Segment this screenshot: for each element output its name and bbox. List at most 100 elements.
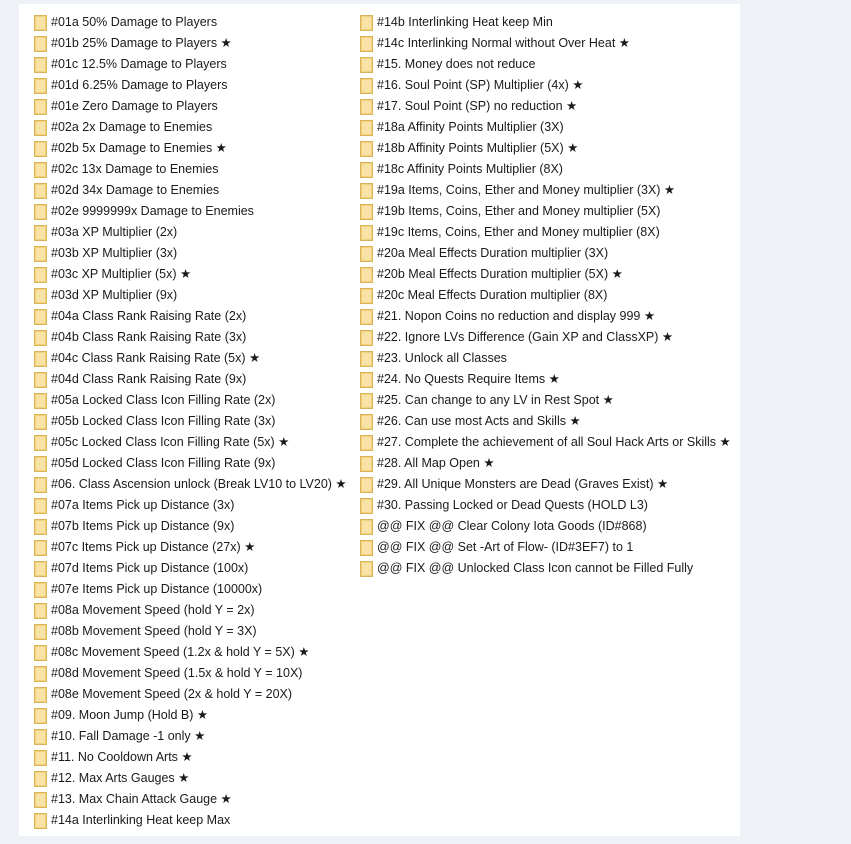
folder-name: #02c 13x Damage to Enemies — [51, 162, 219, 176]
folder-item[interactable]: #01e Zero Damage to Players — [34, 96, 347, 117]
folder-item[interactable]: #18a Affinity Points Multiplier (3X) — [360, 117, 731, 138]
folder-item[interactable]: #07c Items Pick up Distance (27x) ★ — [34, 537, 347, 558]
folder-item[interactable]: #03b XP Multiplier (3x) — [34, 243, 347, 264]
folder-item[interactable]: #01a 50% Damage to Players — [34, 12, 347, 33]
folder-icon — [34, 329, 47, 346]
folder-item[interactable]: #20c Meal Effects Duration multiplier (8… — [360, 285, 731, 306]
folder-name: @@ FIX @@ Clear Colony Iota Goods (ID#86… — [377, 519, 647, 533]
folder-item[interactable]: #02a 2x Damage to Enemies — [34, 117, 347, 138]
folder-icon — [360, 413, 373, 430]
folder-item[interactable]: #07a Items Pick up Distance (3x) — [34, 495, 347, 516]
folder-item[interactable]: #29. All Unique Monsters are Dead (Grave… — [360, 474, 731, 495]
folder-item[interactable]: #14b Interlinking Heat keep Min — [360, 12, 731, 33]
folder-item[interactable]: #25. Can change to any LV in Rest Spot ★ — [360, 390, 731, 411]
folder-item[interactable]: #02c 13x Damage to Enemies — [34, 159, 347, 180]
folder-item[interactable]: #22. Ignore LVs Difference (Gain XP and … — [360, 327, 731, 348]
folder-item[interactable]: #01d 6.25% Damage to Players — [34, 75, 347, 96]
folder-item[interactable]: #18c Affinity Points Multiplier (8X) — [360, 159, 731, 180]
folder-item[interactable]: #10. Fall Damage -1 only ★ — [34, 726, 347, 747]
folder-item[interactable]: #05d Locked Class Icon Filling Rate (9x) — [34, 453, 347, 474]
folder-icon — [360, 182, 373, 199]
folder-item[interactable]: #28. All Map Open ★ — [360, 453, 731, 474]
folder-item[interactable]: #07e Items Pick up Distance (10000x) — [34, 579, 347, 600]
folder-name: @@ FIX @@ Set -Art of Flow- (ID#3EF7) to… — [377, 540, 634, 554]
folder-item[interactable]: #03d XP Multiplier (9x) — [34, 285, 347, 306]
folder-item[interactable]: #08e Movement Speed (2x & hold Y = 20X) — [34, 684, 347, 705]
folder-icon — [34, 581, 47, 598]
folder-item[interactable]: #04d Class Rank Raising Rate (9x) — [34, 369, 347, 390]
folder-item[interactable]: #18b Affinity Points Multiplier (5X) ★ — [360, 138, 731, 159]
folder-name: #07d Items Pick up Distance (100x) — [51, 561, 249, 575]
folder-icon — [360, 434, 373, 451]
folder-item[interactable]: #24. No Quests Require Items ★ — [360, 369, 731, 390]
folder-name: #14a Interlinking Heat keep Max — [51, 813, 231, 827]
folder-item[interactable]: #27. Complete the achievement of all Sou… — [360, 432, 731, 453]
folder-item[interactable]: @@ FIX @@ Clear Colony Iota Goods (ID#86… — [360, 516, 731, 537]
folder-icon — [34, 476, 47, 493]
folder-icon — [34, 287, 47, 304]
folder-item[interactable]: @@ FIX @@ Set -Art of Flow- (ID#3EF7) to… — [360, 537, 731, 558]
folder-item[interactable]: #08d Movement Speed (1.5x & hold Y = 10X… — [34, 663, 347, 684]
folder-item[interactable]: #01b 25% Damage to Players ★ — [34, 33, 347, 54]
folder-icon — [34, 812, 47, 829]
folder-item[interactable]: #02d 34x Damage to Enemies — [34, 180, 347, 201]
folder-item[interactable]: #02b 5x Damage to Enemies ★ — [34, 138, 347, 159]
folder-item[interactable]: #04a Class Rank Raising Rate (2x) — [34, 306, 347, 327]
folder-icon — [360, 98, 373, 115]
folder-item[interactable]: #05b Locked Class Icon Filling Rate (3x) — [34, 411, 347, 432]
folder-item[interactable]: #08a Movement Speed (hold Y = 2x) — [34, 600, 347, 621]
folder-item[interactable]: #08c Movement Speed (1.2x & hold Y = 5X)… — [34, 642, 347, 663]
folder-item[interactable]: #02e 9999999x Damage to Enemies — [34, 201, 347, 222]
folder-name: #15. Money does not reduce — [377, 57, 536, 71]
folder-name: @@ FIX @@ Unlocked Class Icon cannot be … — [377, 561, 694, 575]
folder-item[interactable]: #05c Locked Class Icon Filling Rate (5x)… — [34, 432, 347, 453]
folder-item[interactable]: #26. Can use most Acts and Skills ★ — [360, 411, 731, 432]
folder-item[interactable]: #23. Unlock all Classes — [360, 348, 731, 369]
folder-icon — [360, 245, 373, 262]
folder-item[interactable]: #13. Max Chain Attack Gauge ★ — [34, 789, 347, 810]
folder-icon — [34, 749, 47, 766]
folder-item[interactable]: #30. Passing Locked or Dead Quests (HOLD… — [360, 495, 731, 516]
folder-item[interactable]: #07d Items Pick up Distance (100x) — [34, 558, 347, 579]
folder-item[interactable]: #06. Class Ascension unlock (Break LV10 … — [34, 474, 347, 495]
folder-item[interactable]: #19b Items, Coins, Ether and Money multi… — [360, 201, 731, 222]
folder-icon — [34, 182, 47, 199]
folder-name: #08d Movement Speed (1.5x & hold Y = 10X… — [51, 666, 303, 680]
folder-name: #01c 12.5% Damage to Players — [51, 57, 227, 71]
folder-item[interactable]: #15. Money does not reduce — [360, 54, 731, 75]
folder-item[interactable]: #14c Interlinking Normal without Over He… — [360, 33, 731, 54]
folder-name: #04d Class Rank Raising Rate (9x) — [51, 372, 247, 386]
folder-name: #29. All Unique Monsters are Dead (Grave… — [377, 477, 669, 491]
folder-name: #24. No Quests Require Items ★ — [377, 372, 560, 386]
folder-item[interactable]: #01c 12.5% Damage to Players — [34, 54, 347, 75]
folder-item[interactable]: #19c Items, Coins, Ether and Money multi… — [360, 222, 731, 243]
folder-item[interactable]: #09. Moon Jump (Hold B) ★ — [34, 705, 347, 726]
folder-item[interactable]: #20b Meal Effects Duration multiplier (5… — [360, 264, 731, 285]
folder-item[interactable]: @@ FIX @@ Unlocked Class Icon cannot be … — [360, 558, 731, 579]
folder-item[interactable]: #14a Interlinking Heat keep Max — [34, 810, 347, 831]
folder-name: #30. Passing Locked or Dead Quests (HOLD… — [377, 498, 648, 512]
folder-item[interactable]: #20a Meal Effects Duration multiplier (3… — [360, 243, 731, 264]
folder-icon — [360, 560, 373, 577]
folder-icon — [34, 14, 47, 31]
folder-name: #20c Meal Effects Duration multiplier (8… — [377, 288, 608, 302]
folder-item[interactable]: #17. Soul Point (SP) no reduction ★ — [360, 96, 731, 117]
folder-item[interactable]: #03a XP Multiplier (2x) — [34, 222, 347, 243]
folder-item[interactable]: #19a Items, Coins, Ether and Money multi… — [360, 180, 731, 201]
folder-name: #19b Items, Coins, Ether and Money multi… — [377, 204, 661, 218]
folder-item[interactable]: #04c Class Rank Raising Rate (5x) ★ — [34, 348, 347, 369]
folder-item[interactable]: #05a Locked Class Icon Filling Rate (2x) — [34, 390, 347, 411]
folder-item[interactable]: #21. Nopon Coins no reduction and displa… — [360, 306, 731, 327]
folder-item[interactable]: #08b Movement Speed (hold Y = 3X) — [34, 621, 347, 642]
folder-name: #05c Locked Class Icon Filling Rate (5x)… — [51, 435, 290, 449]
folder-item[interactable]: #04b Class Rank Raising Rate (3x) — [34, 327, 347, 348]
folder-item[interactable]: #16. Soul Point (SP) Multiplier (4x) ★ — [360, 75, 731, 96]
folder-item[interactable]: #03c XP Multiplier (5x) ★ — [34, 264, 347, 285]
folder-item[interactable]: #07b Items Pick up Distance (9x) — [34, 516, 347, 537]
folder-item[interactable]: #11. No Cooldown Arts ★ — [34, 747, 347, 768]
folder-name: #07e Items Pick up Distance (10000x) — [51, 582, 263, 596]
folder-icon — [34, 539, 47, 556]
folder-name: #27. Complete the achievement of all Sou… — [377, 435, 731, 449]
folder-name: #02d 34x Damage to Enemies — [51, 183, 220, 197]
folder-item[interactable]: #12. Max Arts Gauges ★ — [34, 768, 347, 789]
